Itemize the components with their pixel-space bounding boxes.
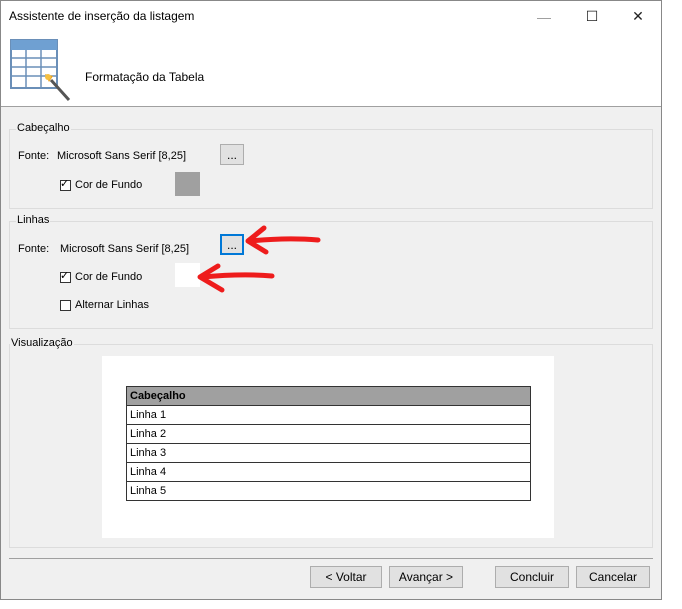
preview-row: Linha 4 [126, 462, 531, 482]
back-button[interactable]: < Voltar [310, 566, 382, 588]
linhas-group: Linhas Fonte: Microsoft Sans Serif [8,25… [9, 214, 653, 329]
wizard-header: Formatação da Tabela [1, 32, 661, 106]
linhas-font-label: Fonte: [18, 243, 50, 255]
maximize-button[interactable]: ☐ [569, 1, 615, 32]
annotation-arrow-icon [245, 225, 321, 255]
header-divider [1, 106, 661, 107]
annotation-arrow-icon [197, 263, 275, 293]
back-button-label: < Voltar [325, 570, 367, 584]
close-icon: ✕ [632, 8, 644, 24]
cabecalho-group: Cabeçalho Fonte: Microsoft Sans Serif [8… [9, 122, 653, 209]
preview-row: Linha 1 [126, 405, 531, 425]
cancel-button[interactable]: Cancelar [576, 566, 650, 588]
wizard-window: Assistente de inserção da listagem — ☐ ✕… [0, 0, 662, 600]
cabecalho-font-label: Fonte: [18, 150, 50, 162]
linhas-font-button-label: ... [226, 237, 237, 252]
cancel-button-label: Cancelar [588, 570, 638, 584]
minimize-button[interactable]: — [521, 1, 567, 32]
window-title: Assistente de inserção da listagem [9, 9, 195, 23]
linhas-group-label: Linhas [16, 214, 51, 226]
alternar-linhas-checkbox[interactable] [60, 300, 71, 311]
checkmark-icon: ✓ [60, 178, 70, 190]
next-button[interactable]: Avançar > [389, 566, 463, 588]
cabecalho-bg-color-swatch[interactable] [175, 172, 200, 196]
checkmark-icon: ✓ [60, 270, 70, 282]
preview-header-row: Cabeçalho [126, 386, 531, 406]
footer-divider [9, 558, 653, 559]
next-button-label: Avançar > [398, 570, 454, 584]
preview-row: Linha 5 [126, 481, 531, 501]
visualizacao-group-label: Visualização [10, 337, 74, 349]
preview-panel: Cabeçalho Linha 1 Linha 2 Linha 3 Linha … [102, 356, 554, 538]
maximize-icon: ☐ [585, 8, 599, 24]
preview-cell: Linha 4 [126, 462, 531, 482]
alternar-linhas-label: Alternar Linhas [75, 299, 149, 311]
cabecalho-font-button-label: ... [226, 147, 237, 162]
title-bar: Assistente de inserção da listagem — ☐ ✕ [1, 1, 661, 32]
preview-cell: Linha 1 [126, 405, 531, 425]
preview-cell: Linha 2 [126, 424, 531, 444]
page-title: Formatação da Tabela [85, 70, 205, 84]
close-button[interactable]: ✕ [615, 1, 661, 32]
linhas-bg-label: Cor de Fundo [75, 271, 143, 283]
preview-cell: Linha 3 [126, 443, 531, 463]
preview-header-cell: Cabeçalho [126, 386, 531, 406]
cabecalho-font-button[interactable]: ... [220, 144, 244, 165]
cabecalho-bg-checkbox[interactable]: ✓ [60, 178, 71, 191]
preview-row: Linha 2 [126, 424, 531, 444]
cabecalho-bg-label: Cor de Fundo [75, 179, 143, 191]
minimize-icon: — [537, 8, 551, 25]
linhas-bg-checkbox[interactable]: ✓ [60, 270, 71, 283]
table-wizard-icon [10, 39, 71, 102]
finish-button-label: Concluir [509, 570, 554, 584]
preview-table: Cabeçalho Linha 1 Linha 2 Linha 3 Linha … [126, 386, 531, 501]
preview-cell: Linha 5 [126, 481, 531, 501]
linhas-font-value: Microsoft Sans Serif [8,25] [60, 243, 189, 255]
preview-row: Linha 3 [126, 443, 531, 463]
finish-button[interactable]: Concluir [495, 566, 569, 588]
cabecalho-group-label: Cabeçalho [16, 122, 71, 134]
cabecalho-font-value: Microsoft Sans Serif [8,25] [57, 150, 186, 162]
